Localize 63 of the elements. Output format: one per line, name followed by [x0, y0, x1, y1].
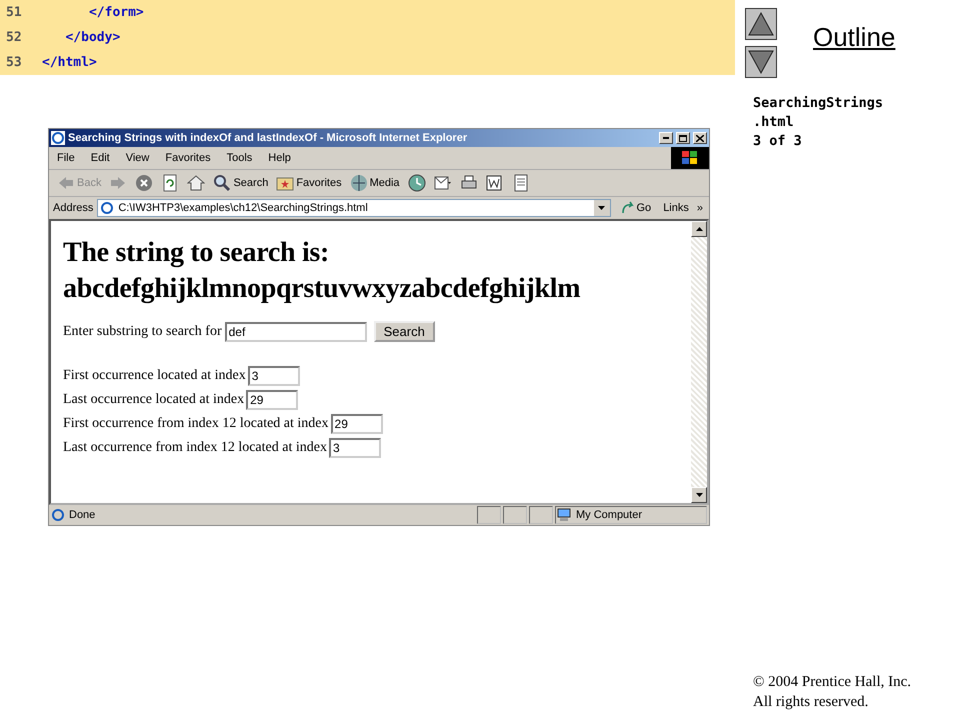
links-button[interactable]: Links [661, 202, 691, 214]
line-number: 53 [5, 55, 23, 70]
search-field[interactable]: def [224, 322, 367, 342]
code-line: </html> [42, 55, 97, 70]
menu-item[interactable]: Help [260, 152, 299, 164]
dropdown-icon[interactable] [594, 200, 610, 216]
menu-item[interactable]: View [118, 152, 158, 164]
maximize-icon [679, 134, 687, 142]
address-field[interactable]: C:\IW3HTP3\examples\ch12\SearchingStrings.html [97, 199, 610, 217]
computer-icon [556, 508, 572, 522]
favorites-button[interactable]: Favorites [274, 173, 344, 193]
result-label: Last occurrence located at index [63, 392, 244, 408]
media-button[interactable]: Media [348, 173, 402, 193]
file-caption: .html [753, 113, 795, 132]
scroll-up-icon[interactable] [696, 227, 702, 231]
file-caption: SearchingStrings [753, 94, 884, 113]
file-caption: 3 of 3 [753, 132, 803, 151]
result-label: First occurrence located at index [63, 368, 246, 384]
code-line: </body> [64, 30, 120, 45]
menu-item[interactable]: File [49, 152, 83, 164]
scroll-down-icon[interactable] [696, 493, 702, 497]
result-label: Last occurrence from index 12 located at index [63, 440, 327, 456]
status-text: Done [69, 509, 96, 521]
search-button[interactable]: Search [211, 173, 270, 193]
result-field[interactable]: 3 [328, 438, 381, 458]
close-icon [696, 134, 704, 142]
menu-item[interactable]: Tools [218, 152, 260, 164]
search-button[interactable]: Search [374, 321, 435, 342]
code-line: </form> [88, 5, 144, 20]
result-field[interactable]: 3 [248, 366, 300, 386]
copyright-text: © 2004 Prentice Hall, Inc. [753, 673, 912, 692]
more-links-button[interactable]: » [694, 202, 705, 214]
status-pane [529, 506, 553, 524]
page-icon [100, 201, 114, 215]
close-button[interactable] [693, 132, 707, 144]
browser-logo-icon [51, 131, 65, 145]
previous-slide-button[interactable] [745, 8, 777, 40]
menu-item[interactable]: Favorites [157, 152, 219, 164]
heading: The string to search is: [63, 236, 330, 270]
result-field[interactable]: 29 [330, 414, 383, 434]
result-label: First occurrence from index 12 located at index [63, 416, 329, 432]
page-icon [51, 508, 65, 522]
next-slide-button[interactable] [745, 46, 777, 78]
result-field[interactable]: 29 [246, 390, 298, 410]
zone-text: My Computer [576, 509, 642, 521]
status-pane [477, 506, 501, 524]
maximize-button[interactable] [676, 132, 690, 144]
line-number: 51 [5, 5, 23, 20]
line-number: 52 [5, 30, 23, 45]
heading: abcdefghijklmnopqrstuvwxyzabcdefghijklm [63, 272, 582, 306]
status-pane [503, 506, 527, 524]
windows-logo-icon [671, 147, 709, 169]
scrollbar[interactable] [691, 221, 707, 503]
go-arrow-icon [620, 201, 634, 215]
menu-item[interactable]: Edit [82, 152, 118, 164]
minimize-icon [663, 137, 669, 139]
address-label: Address [53, 202, 94, 214]
copyright-text: All rights reserved. [753, 693, 870, 712]
window-title: Searching Strings with indexOf and lastIndexOf - Microsoft Internet Explorer [68, 132, 468, 144]
minimize-button[interactable] [659, 132, 673, 144]
outline-link[interactable]: Outline [813, 22, 896, 78]
go-button[interactable]: Go [614, 201, 658, 215]
search-label: Enter substring to search for [63, 324, 222, 340]
